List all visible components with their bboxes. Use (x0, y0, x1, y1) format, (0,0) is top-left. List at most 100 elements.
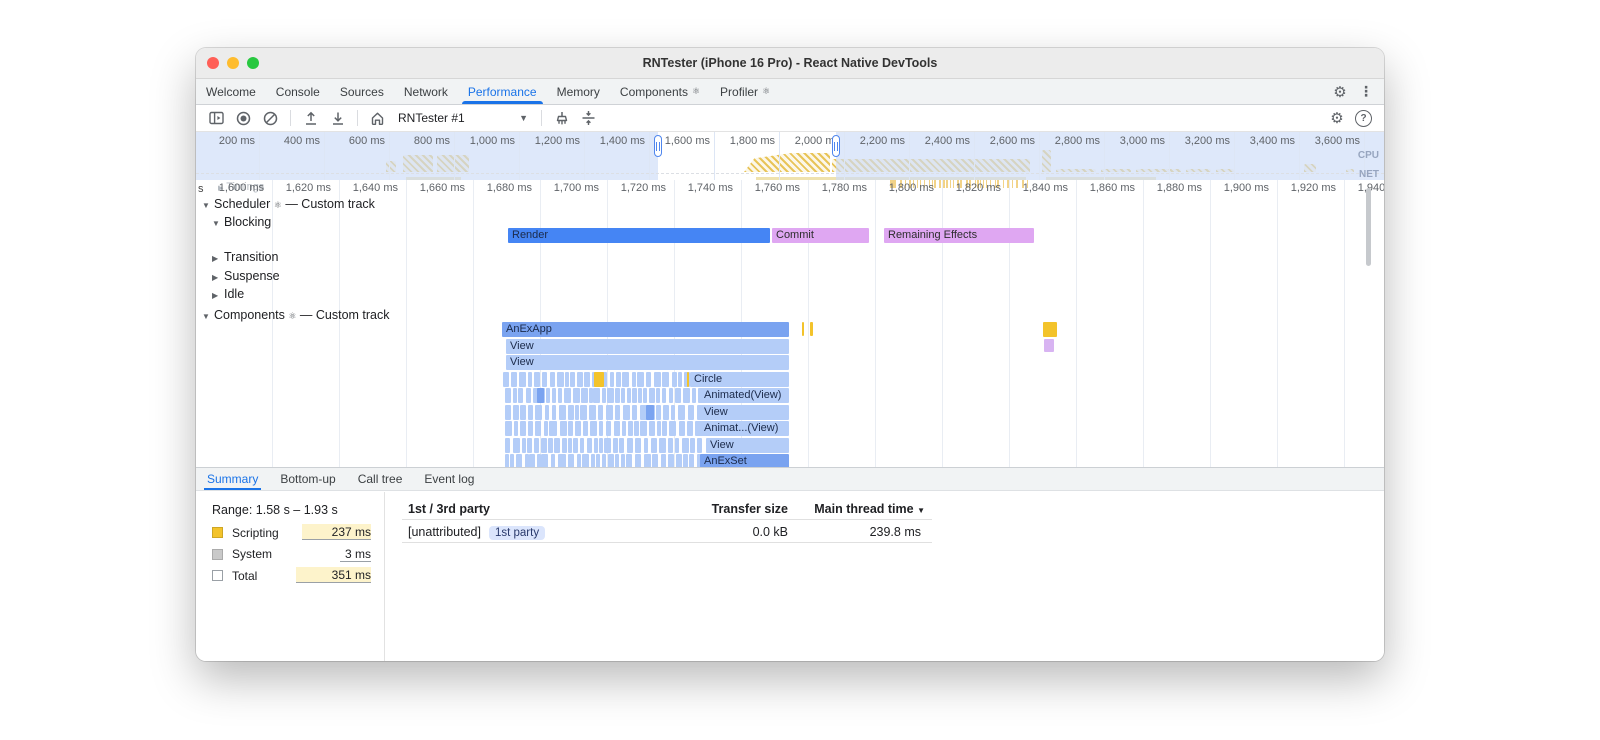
flame-micro-bar[interactable] (632, 404, 638, 420)
flame-micro-bar[interactable] (620, 454, 625, 467)
flame-micro-bar[interactable] (580, 404, 588, 420)
flame-bar[interactable]: View (706, 437, 789, 453)
flame-micro-bar[interactable] (533, 437, 540, 453)
flame-micro-bar[interactable] (599, 437, 604, 453)
flame-micro-bar[interactable] (649, 388, 656, 403)
flame-micro-bar[interactable] (643, 388, 648, 403)
flame-micro-bar[interactable] (597, 404, 604, 420)
flame-micro-bar[interactable] (581, 388, 588, 403)
column-header-main-thread-time[interactable]: Main thread time ▼ (814, 502, 925, 516)
flame-bar[interactable]: View (506, 338, 789, 354)
tab-welcome[interactable]: Welcome (196, 79, 266, 104)
record-button[interactable] (231, 107, 256, 129)
help-icon[interactable]: ? (1355, 109, 1372, 127)
flame-micro-bar[interactable] (609, 371, 615, 387)
flame-micro-bar[interactable] (652, 454, 659, 467)
details-tab-summary[interactable]: Summary (196, 468, 269, 490)
flame-micro-bar[interactable] (554, 437, 561, 453)
flame-micro-bar[interactable] (669, 421, 677, 436)
minimize-button[interactable] (227, 57, 239, 69)
flame-micro-bar[interactable] (668, 454, 674, 467)
flame-micro-bar[interactable] (692, 388, 697, 403)
flame-micro-bar[interactable] (570, 371, 576, 387)
flame-micro-bar[interactable] (584, 371, 591, 387)
flame-micro-bar[interactable] (682, 437, 689, 453)
toggle-sidebar-button[interactable] (204, 107, 229, 129)
column-header-transfer-size[interactable]: Transfer size (712, 502, 788, 516)
flame-micro-bar[interactable] (518, 371, 527, 387)
flame-micro-bar[interactable] (613, 437, 619, 453)
flame-micro-bar[interactable] (620, 388, 626, 403)
flame-mark[interactable] (1043, 322, 1057, 337)
flame-micro-bar[interactable] (643, 437, 649, 453)
flame-micro-bar[interactable] (567, 421, 573, 436)
flame-micro-bar[interactable] (505, 404, 511, 420)
flame-micro-bar[interactable] (512, 437, 520, 453)
flame-micro-bar[interactable] (540, 437, 547, 453)
flame-bar[interactable]: Render (508, 228, 770, 243)
flame-micro-bar[interactable] (644, 454, 652, 467)
tab-network[interactable]: Network (394, 79, 458, 104)
flame-micro-bar[interactable] (558, 404, 566, 420)
track-transition[interactable]: ▶ Transition (212, 250, 278, 264)
flame-micro-bar[interactable] (604, 437, 612, 453)
flame-micro-bar[interactable] (637, 371, 644, 387)
flame-bar[interactable]: Remaining Effects (884, 228, 1034, 243)
flame-micro-bar[interactable] (615, 454, 620, 467)
flame-mark[interactable] (810, 322, 813, 336)
flame-micro-bar[interactable] (640, 421, 648, 436)
flame-micro-bar[interactable] (541, 371, 547, 387)
flame-micro-bar[interactable] (672, 371, 677, 387)
flame-micro-bar[interactable] (656, 388, 661, 403)
track-suspense[interactable]: ▶ Suspense (212, 269, 280, 283)
flame-micro-bar[interactable] (558, 454, 566, 467)
flame-micro-bar[interactable] (505, 388, 512, 403)
flame-micro-bar[interactable] (649, 421, 655, 436)
flame-micro-bar[interactable] (605, 404, 613, 420)
flame-micro-bar[interactable] (581, 454, 589, 467)
flame-micro-bar[interactable] (598, 421, 604, 436)
flame-micro-bar[interactable] (622, 404, 631, 420)
flame-micro-bar[interactable] (540, 454, 549, 467)
tab-profiler[interactable]: Profiler ⚛ (710, 79, 780, 104)
flame-bar[interactable]: Animated(View) (700, 388, 789, 403)
flame-micro-bar[interactable] (682, 388, 691, 403)
flame-micro-bar[interactable] (512, 388, 517, 403)
track-components[interactable]: ▼ Components ⚛ — Custom track (202, 308, 390, 322)
flame-micro-bar[interactable] (621, 421, 627, 436)
flame-micro-bar[interactable] (551, 388, 556, 403)
tab-console[interactable]: Console (266, 79, 330, 104)
flame-micro-bar[interactable] (550, 454, 556, 467)
flame-micro-bar[interactable] (522, 437, 526, 453)
flame-micro-bar[interactable] (662, 371, 670, 387)
flame-micro-bar[interactable] (576, 454, 581, 467)
flame-micro-bar[interactable] (549, 421, 557, 436)
flame-micro-bar[interactable] (549, 371, 555, 387)
flame-micro-bar[interactable] (534, 404, 542, 420)
flame-micro-bar[interactable] (688, 404, 695, 420)
flame-micro-bar[interactable] (596, 454, 601, 467)
flame-micro-bar[interactable] (519, 421, 526, 436)
flame-bar[interactable]: AnExApp (502, 322, 789, 337)
gear-icon[interactable]: ⚙ (1330, 82, 1350, 102)
flame-micro-bar[interactable] (513, 421, 518, 436)
flame-micro-bar[interactable] (580, 437, 585, 453)
flame-micro-bar[interactable] (651, 437, 657, 453)
flame-micro-bar[interactable] (634, 454, 642, 467)
flame-micro-bar[interactable] (679, 421, 685, 436)
target-selector[interactable]: RNTester #1 ▼ (392, 111, 534, 125)
flame-micro-bar[interactable] (528, 371, 533, 387)
flame-micro-bar[interactable] (559, 421, 567, 436)
flame-micro-bar[interactable] (676, 454, 682, 467)
vertical-scrollbar[interactable] (1366, 188, 1371, 266)
flame-micro-bar[interactable] (677, 404, 686, 420)
flame-micro-bar[interactable] (573, 388, 580, 403)
tab-sources[interactable]: Sources (330, 79, 394, 104)
flame-micro-bar[interactable] (678, 371, 682, 387)
kebab-menu-icon[interactable]: ⋮ (1356, 82, 1376, 102)
flame-micro-bar[interactable] (567, 437, 572, 453)
flame-micro-bar[interactable] (661, 388, 667, 403)
flame-micro-bar[interactable] (548, 437, 554, 453)
flame-micro-bar[interactable] (527, 421, 534, 436)
flame-micro-bar[interactable] (606, 388, 615, 403)
